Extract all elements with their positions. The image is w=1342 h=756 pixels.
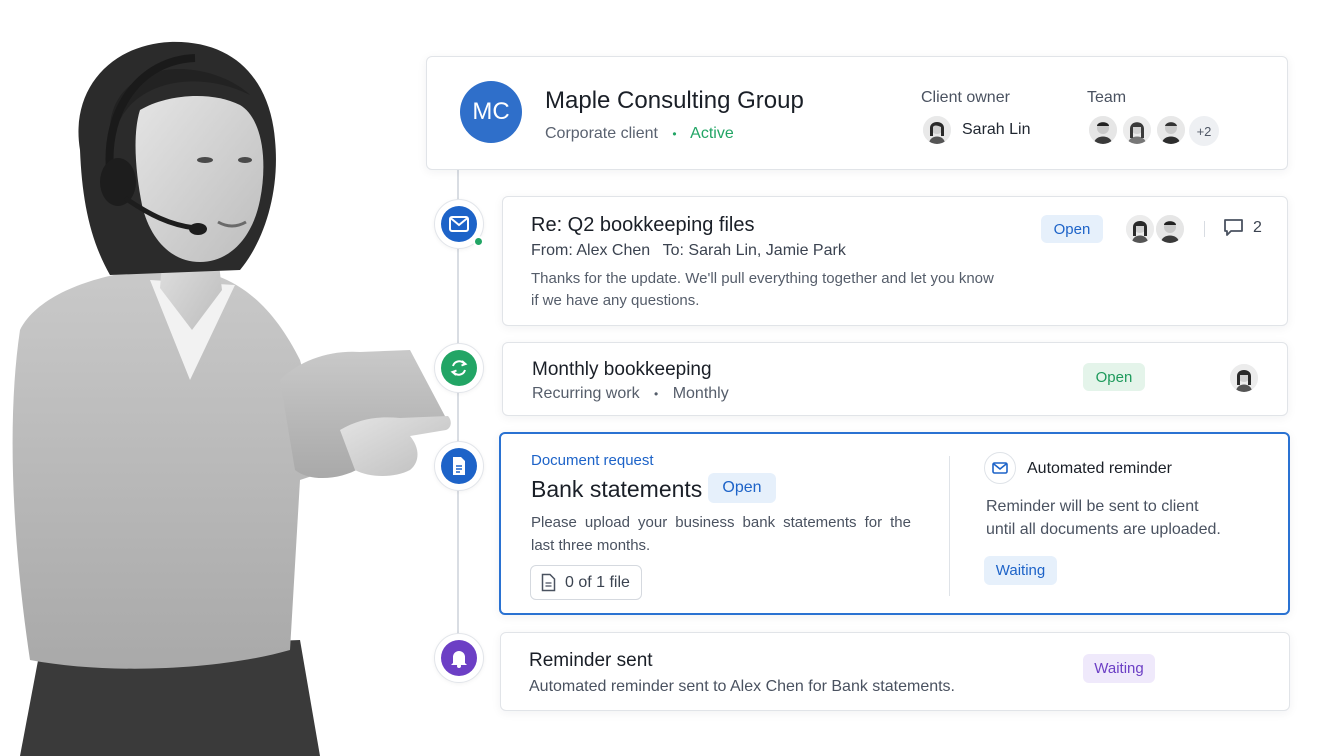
reminder-status-text: Waiting: [995, 562, 1046, 579]
comments-button[interactable]: 2: [1223, 218, 1262, 237]
reminder-mail-icon: [984, 452, 1016, 484]
file-icon: [541, 573, 556, 592]
document-panel-divider: [949, 456, 950, 596]
email-card[interactable]: Re: Q2 bookkeeping files From: Alex Chen…: [502, 196, 1288, 326]
client-status: Active: [690, 125, 734, 142]
recurring-status-badge: Open: [1083, 363, 1145, 391]
comment-icon: [1224, 219, 1243, 236]
reminder-status-badge: Waiting: [984, 556, 1057, 585]
email-subject: Re: Q2 bookkeeping files: [531, 214, 755, 236]
recurring-title: Monthly bookkeeping: [532, 359, 712, 380]
unread-dot: [473, 236, 484, 247]
team-label: Team: [1087, 89, 1127, 106]
file-count-chip[interactable]: 0 of 1 file: [530, 565, 642, 600]
email-avatar-2[interactable]: [1154, 213, 1186, 245]
client-avatar: MC: [460, 81, 522, 143]
reminder-sent-status-text: Waiting: [1094, 660, 1144, 677]
team-more-count: +2: [1196, 123, 1212, 139]
client-header-card: MC Maple Consulting Group Corporate clie…: [426, 56, 1288, 170]
email-actions-divider: [1204, 221, 1205, 237]
recurring-card[interactable]: Monthly bookkeeping Recurring work • Mon…: [502, 342, 1288, 416]
file-count-text: 0 of 1 file: [565, 573, 630, 591]
document-eyebrow: Document request: [531, 452, 654, 469]
from-label: From:: [531, 242, 573, 259]
reminder-sent-title: Reminder sent: [529, 650, 653, 671]
reminder-sent-card[interactable]: Reminder sent Automated reminder sent to…: [500, 632, 1290, 711]
recurring-assignee-avatar[interactable]: [1228, 362, 1260, 394]
reminder-text: Reminder will be sent to client until al…: [986, 498, 1221, 538]
document-title: Bank statements: [531, 476, 703, 502]
document-description: Please upload your business bank stateme…: [531, 514, 911, 554]
support-agent-illustration: [12, 41, 451, 756]
team-more-badge[interactable]: +2: [1189, 116, 1219, 146]
recurring-separator: •: [654, 387, 659, 401]
team-avatar-3[interactable]: [1155, 114, 1187, 146]
owner-avatar[interactable]: [921, 114, 953, 146]
reminder-node: [434, 633, 484, 683]
team-avatar-2[interactable]: [1121, 114, 1153, 146]
client-initials: MC: [472, 98, 510, 125]
recurring-frequency: Monthly: [672, 385, 729, 402]
email-status-text: Open: [1053, 220, 1091, 238]
person-photo: [0, 0, 460, 756]
reminder-sent-description: Automated reminder sent to Alex Chen for…: [529, 678, 955, 695]
email-preview: Thanks for the update. We'll pull everyt…: [531, 270, 994, 309]
to-label: To:: [662, 242, 684, 259]
email-avatar-1[interactable]: [1124, 213, 1156, 245]
recurring-node: [434, 343, 484, 393]
from-name: Alex Chen: [576, 242, 651, 259]
recurring-status-text: Open: [1095, 368, 1133, 386]
document-status-text: Open: [722, 479, 762, 496]
client-owner-name: Sarah Lin: [962, 121, 1031, 138]
mail-icon: [441, 206, 477, 242]
client-owner-label: Client owner: [921, 89, 1010, 106]
reminder-title: Automated reminder: [1027, 460, 1172, 477]
email-participants: From: Alex Chen To: Sarah Lin, Jamie Par…: [531, 242, 846, 260]
team-avatar-1[interactable]: [1087, 114, 1119, 146]
recurring-kind: Recurring work: [532, 385, 640, 402]
comment-count: 2: [1253, 218, 1262, 236]
refresh-icon: [441, 350, 477, 386]
client-type: Corporate client: [545, 125, 658, 142]
document-request-card[interactable]: Document request Bank statements Open Pl…: [499, 432, 1290, 615]
document-icon: [441, 448, 477, 484]
to-names: Sarah Lin, Jamie Park: [688, 242, 846, 259]
document-status-badge: Open: [708, 473, 776, 503]
recurring-meta: Recurring work • Monthly: [532, 385, 729, 403]
reminder-sent-status-badge: Waiting: [1083, 654, 1155, 683]
bell-icon: [441, 640, 477, 676]
client-name: Maple Consulting Group: [545, 87, 804, 114]
client-meta: Corporate client • Active: [545, 125, 734, 143]
document-node: [434, 441, 484, 491]
email-node: [434, 199, 484, 249]
meta-separator: •: [672, 127, 677, 141]
email-status-badge: Open: [1041, 215, 1103, 243]
